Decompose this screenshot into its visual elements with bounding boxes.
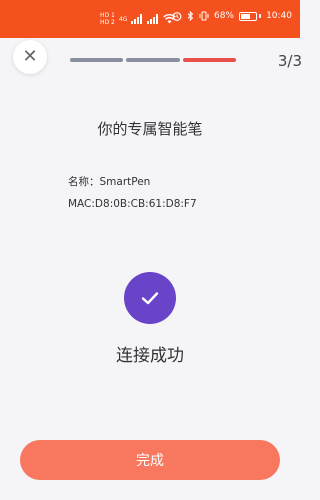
battery-body bbox=[239, 11, 258, 21]
done-button-label: 完成 bbox=[136, 452, 164, 468]
alarm-icon bbox=[172, 12, 182, 21]
status-bar: HD 1 HD 2 4G 68% 10:40 bbox=[0, 0, 300, 38]
network-label: 4G bbox=[118, 15, 128, 23]
hd1-label: HD 1 bbox=[100, 12, 115, 19]
vibrate-icon bbox=[199, 11, 209, 21]
success-badge bbox=[124, 272, 176, 324]
signal-icon bbox=[131, 14, 143, 24]
done-button[interactable]: 完成 bbox=[20, 440, 280, 480]
battery-fill bbox=[241, 13, 250, 19]
signal-icon-2 bbox=[147, 14, 159, 24]
status-right: 68% 10:40 bbox=[172, 11, 292, 21]
device-mac: MAC:D8:0B:CB:61:D8:F7 bbox=[68, 198, 197, 210]
battery-tip bbox=[259, 14, 262, 18]
check-icon bbox=[141, 292, 159, 305]
page-title: 你的专属智能笔 bbox=[97, 120, 203, 138]
status-left: HD 1 HD 2 4G bbox=[100, 12, 177, 26]
progress-segment-1 bbox=[70, 58, 124, 62]
success-text: 连接成功 bbox=[116, 346, 184, 366]
battery-percent: 68% bbox=[214, 11, 235, 21]
close-button[interactable]: ✕ bbox=[13, 40, 47, 74]
step-counter: 3/3 bbox=[277, 52, 302, 70]
hd2-label: HD 2 bbox=[100, 19, 115, 26]
device-name: 名称：SmartPen bbox=[68, 176, 151, 188]
battery-icon bbox=[239, 11, 262, 21]
progress-segment-3 bbox=[182, 58, 236, 62]
close-icon: ✕ bbox=[22, 46, 38, 67]
hd-indicators: HD 1 HD 2 bbox=[100, 12, 115, 26]
bluetooth-icon bbox=[187, 11, 194, 21]
progress-bar bbox=[70, 58, 236, 62]
clock: 10:40 bbox=[266, 11, 292, 21]
progress-segment-2 bbox=[126, 58, 180, 62]
